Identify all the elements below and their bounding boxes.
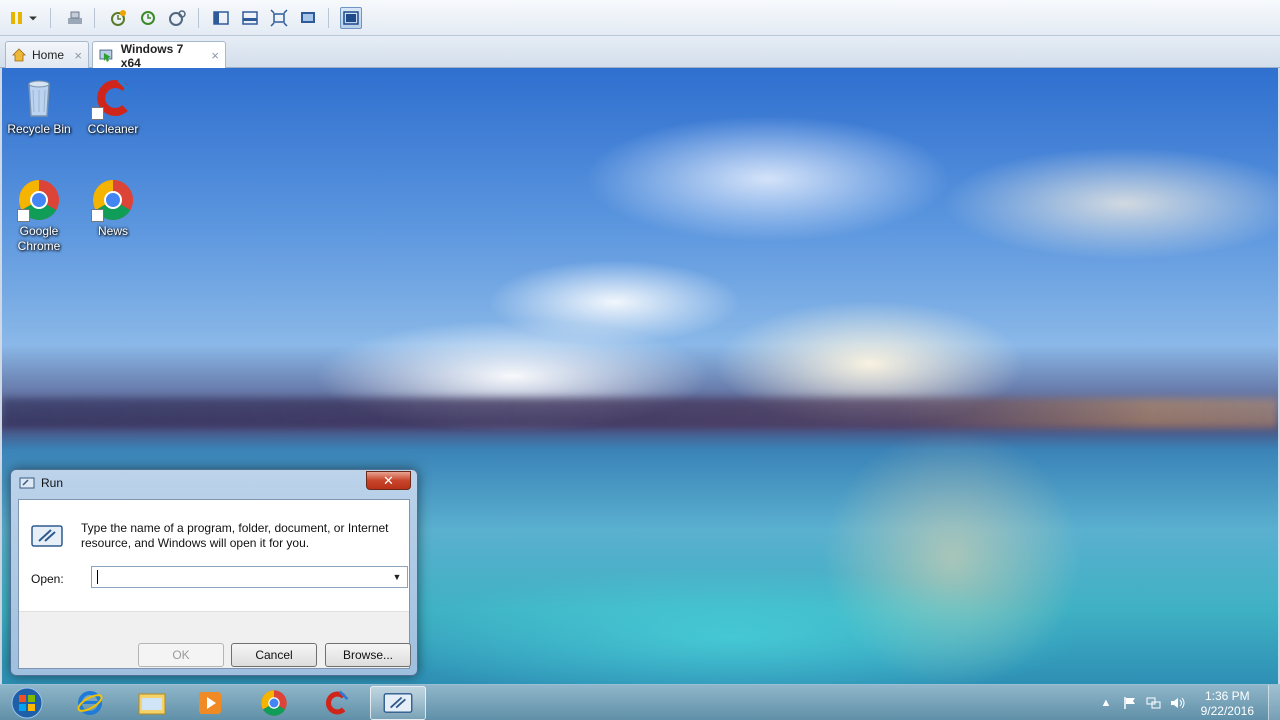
desktop-icon-google-chrome[interactable]: Google Chrome	[2, 178, 76, 254]
taskbar-windows-explorer[interactable]	[124, 686, 180, 720]
chrome-icon	[17, 178, 61, 222]
start-button[interactable]	[8, 685, 46, 720]
open-combobox[interactable]: ▼	[91, 566, 408, 588]
tab-windows7-close-icon[interactable]: ×	[211, 48, 219, 63]
shortcut-arrow-icon	[17, 209, 30, 222]
taskbar-media-player[interactable]	[182, 686, 238, 720]
internet-explorer-icon	[77, 691, 103, 715]
ok-button[interactable]: OK	[138, 643, 224, 667]
snapshot-icon[interactable]	[107, 7, 129, 29]
tab-windows7[interactable]: Windows 7 x64 ×	[92, 41, 226, 70]
tab-windows7-label: Windows 7 x64	[120, 41, 184, 70]
clock-date: 9/22/2016	[1200, 704, 1254, 718]
chrome-icon	[91, 178, 135, 222]
open-input[interactable]	[92, 567, 382, 587]
taskbar-chrome[interactable]	[246, 686, 302, 720]
snapshot-manager-icon[interactable]	[166, 7, 188, 29]
run-description: Type the name of a program, folder, docu…	[81, 521, 389, 550]
desktop-icon-news[interactable]: News	[76, 178, 150, 239]
dropdown-icon[interactable]	[26, 7, 40, 29]
run-dialog-title: Run	[41, 476, 64, 490]
taskbar-run[interactable]	[370, 686, 426, 720]
desktop-icon-recycle-bin[interactable]: Recycle Bin	[2, 76, 76, 137]
run-title-icon	[19, 477, 35, 489]
recycle-bin-icon	[17, 76, 61, 120]
action-center-flag-icon[interactable]	[1122, 695, 1138, 711]
wallpaper-shallows	[382, 568, 1082, 684]
ccleaner-icon	[326, 690, 349, 715]
desktop-icon-label: Google Chrome	[17, 224, 61, 253]
vm-toolbar	[0, 0, 1280, 36]
windows-logo-icon	[11, 687, 43, 719]
open-label: Open:	[31, 572, 64, 586]
run-icon	[31, 524, 63, 548]
tab-home-close-icon[interactable]: ×	[74, 48, 82, 63]
unity-icon[interactable]	[340, 7, 362, 29]
wallpaper-horizon	[2, 398, 1278, 428]
close-button[interactable]: ✕	[366, 471, 411, 490]
vm-icon	[99, 49, 113, 62]
fullscreen-icon[interactable]	[239, 7, 261, 29]
text-caret	[97, 570, 98, 584]
browse-button[interactable]: Browse...	[325, 643, 411, 667]
desktop-icon-ccleaner[interactable]: CCleaner	[76, 76, 150, 137]
media-player-icon	[199, 692, 221, 714]
show-desktop-button[interactable]	[1268, 685, 1280, 720]
clock-time: 1:36 PM	[1204, 689, 1250, 703]
system-tray: ▲ 1:36 PM 9/22/2016	[1090, 685, 1280, 720]
taskbar-internet-explorer[interactable]	[62, 686, 118, 720]
run-icon	[383, 693, 413, 713]
desktop-icon-label: News	[97, 224, 128, 238]
run-dialog[interactable]: Run ✕ Type the name of a program, folder…	[10, 469, 418, 676]
tab-home[interactable]: Home ×	[5, 41, 89, 68]
chrome-icon	[261, 690, 287, 716]
pause-icon[interactable]	[6, 7, 28, 29]
chevron-down-icon[interactable]: ▼	[390, 569, 404, 585]
fit-guest-icon[interactable]	[268, 7, 290, 29]
taskbar-ccleaner[interactable]	[308, 686, 364, 720]
network-icon[interactable]	[1146, 695, 1162, 711]
windows-explorer-icon	[138, 693, 166, 715]
run-dialog-titlebar[interactable]: Run	[19, 476, 63, 490]
desktop-icon-label: Recycle Bin	[7, 122, 71, 136]
revert-snapshot-icon[interactable]	[137, 7, 159, 29]
home-icon	[12, 48, 26, 62]
console-view-icon[interactable]	[297, 7, 319, 29]
show-hidden-icons-icon[interactable]: ▲	[1098, 695, 1114, 711]
volume-icon[interactable]	[1170, 695, 1186, 711]
run-dialog-body: Type the name of a program, folder, docu…	[18, 499, 411, 669]
tab-home-label: Home	[32, 48, 65, 62]
shortcut-arrow-icon	[91, 107, 104, 120]
normal-view-icon[interactable]	[210, 7, 232, 29]
taskbar: ▲ 1:36 PM 9/22/2016	[0, 684, 1280, 720]
shortcut-arrow-icon	[91, 209, 104, 222]
ccleaner-icon	[91, 76, 135, 120]
send-ctrl-alt-del-icon[interactable]	[64, 7, 86, 29]
cancel-button[interactable]: Cancel	[231, 643, 317, 667]
desktop-icon-label: CCleaner	[87, 122, 139, 136]
vm-tab-bar: Home × Windows 7 x64 ×	[0, 36, 1280, 70]
taskbar-clock[interactable]: 1:36 PM 9/22/2016	[1201, 689, 1254, 719]
